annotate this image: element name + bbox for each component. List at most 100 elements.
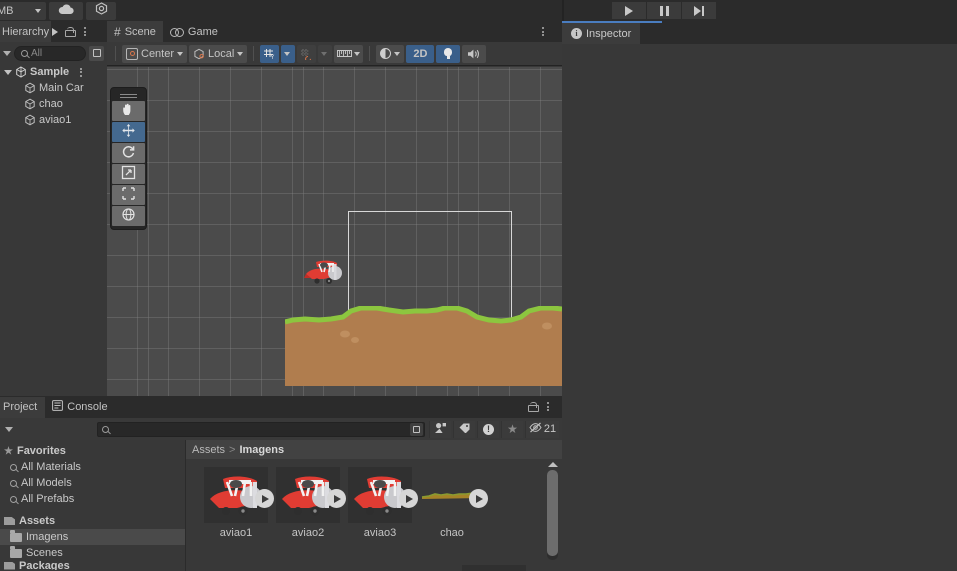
- scroll-up-arrow-icon[interactable]: [547, 462, 558, 467]
- hierarchy-search-input[interactable]: All: [14, 45, 86, 61]
- shading-mode-dropdown[interactable]: [376, 44, 405, 63]
- tab-game[interactable]: Game: [163, 21, 225, 42]
- asset-item-chao[interactable]: chao: [420, 467, 488, 571]
- scene-toolbar: Center Local Y 2D: [107, 42, 562, 66]
- plane-object-aviao1[interactable]: [304, 257, 346, 288]
- play-icon: [334, 494, 341, 503]
- asset-thumbnail[interactable]: [276, 467, 346, 523]
- lock-icon[interactable]: [65, 26, 77, 37]
- account-label: MB: [0, 4, 14, 17]
- tree-section-assets[interactable]: Assets: [0, 513, 185, 529]
- tree-item-all-models[interactable]: All Models: [0, 475, 185, 491]
- tree-section-packages[interactable]: Packages: [0, 561, 185, 570]
- project-menu-icon[interactable]: [543, 402, 553, 411]
- favorites-star-icon: ★: [4, 445, 13, 457]
- tab-console[interactable]: Console: [45, 397, 114, 418]
- snap-dropdown[interactable]: [318, 44, 333, 63]
- grid-dropdown[interactable]: [281, 44, 296, 63]
- toggle-2d-mode[interactable]: 2D: [406, 44, 435, 63]
- services-button[interactable]: [86, 1, 116, 20]
- rect-tool-button[interactable]: [112, 185, 145, 205]
- cube-icon: [24, 98, 36, 110]
- pivot-mode-dropdown[interactable]: Center: [122, 44, 188, 63]
- grid-visibility-toggle[interactable]: Y: [260, 44, 280, 63]
- packages-folder-icon: [4, 561, 15, 570]
- hierarchy-scene-row[interactable]: Sample: [0, 64, 107, 80]
- sprite-expand-button[interactable]: [327, 489, 346, 508]
- snap-increment-toggle[interactable]: [297, 44, 317, 63]
- tree-section-favorites[interactable]: ★ Favorites: [0, 443, 185, 459]
- filter-favorite-button[interactable]: ★: [501, 420, 523, 438]
- hierarchy-search-placeholder: All: [31, 47, 43, 59]
- scene-panel-menu-icon[interactable]: [538, 27, 548, 36]
- pause-button[interactable]: [647, 2, 681, 19]
- asset-item-aviao3[interactable]: aviao3: [348, 467, 418, 571]
- hierarchy-item-label: chao: [39, 98, 63, 110]
- grid-size-slider-toggle[interactable]: [334, 44, 364, 63]
- rotate-tool-button[interactable]: [112, 143, 145, 163]
- hierarchy-item-chao[interactable]: chao: [0, 96, 107, 112]
- toggle-scene-lighting[interactable]: [436, 44, 461, 63]
- asset-thumbnail[interactable]: [420, 467, 488, 523]
- sprite-expand-button[interactable]: [255, 489, 274, 508]
- scene-row-menu-icon[interactable]: [76, 67, 86, 77]
- breadcrumb-separator: >: [229, 443, 236, 456]
- tab-hierarchy[interactable]: Hierarchy: [0, 21, 52, 42]
- hierarchy-search-expand-icon[interactable]: [89, 45, 104, 61]
- filter-search-in-scene-button[interactable]: [429, 420, 451, 438]
- mode-2d-label: 2D: [413, 47, 428, 60]
- breadcrumb-root[interactable]: Assets: [192, 444, 225, 456]
- foldout-icon[interactable]: [4, 69, 12, 75]
- sprite-expand-button[interactable]: [399, 489, 418, 508]
- tree-item-all-materials[interactable]: All Materials: [0, 459, 185, 475]
- hierarchy-menu-icon[interactable]: [80, 27, 90, 36]
- filter-warning-button[interactable]: !: [477, 420, 499, 438]
- overlay-drag-handle[interactable]: [110, 88, 147, 101]
- tree-item-all-prefabs[interactable]: All Prefabs: [0, 491, 185, 507]
- asset-thumbnail-partial-next-row[interactable]: [462, 565, 526, 571]
- play-button[interactable]: [612, 2, 646, 19]
- step-icon: [694, 5, 704, 16]
- tree-folder-scenes[interactable]: Scenes: [0, 545, 185, 561]
- scrollbar-thumb[interactable]: [547, 470, 558, 556]
- breadcrumb-current[interactable]: Imagens: [239, 444, 284, 456]
- terrain-object-chao[interactable]: [284, 305, 562, 386]
- scrollbar-track[interactable]: [547, 470, 558, 560]
- services-hex-icon: [95, 2, 108, 19]
- shading-mode-icon: [380, 48, 392, 59]
- hidden-items-button[interactable]: 21: [525, 420, 559, 438]
- tree-item-label: All Materials: [21, 461, 81, 473]
- hierarchy-create-dropdown-icon[interactable]: [3, 50, 11, 56]
- search-in-scene-icon: [434, 422, 447, 437]
- asset-item-aviao1[interactable]: aviao1: [204, 467, 274, 571]
- handle-rotation-dropdown[interactable]: Local: [189, 44, 248, 63]
- filter-by-label-button[interactable]: [453, 420, 475, 438]
- tab-console-label: Console: [67, 401, 108, 413]
- project-lock-icon[interactable]: [528, 402, 539, 412]
- transform-tool-button[interactable]: [112, 206, 145, 226]
- account-dropdown[interactable]: MB: [0, 1, 46, 20]
- sprite-expand-button[interactable]: [469, 489, 488, 508]
- asset-thumbnail[interactable]: [204, 467, 274, 523]
- tab-scene[interactable]: # Scene: [107, 21, 163, 42]
- unity-scene-icon: [15, 66, 27, 78]
- asset-item-aviao2[interactable]: aviao2: [276, 467, 346, 571]
- tab-inspector[interactable]: i Inspector: [562, 23, 641, 44]
- asset-grid-scrollbar[interactable]: [547, 462, 558, 567]
- move-tool-button[interactable]: [112, 122, 145, 142]
- toggle-scene-audio[interactable]: [462, 44, 487, 63]
- scene-viewport[interactable]: [107, 67, 562, 396]
- tab-project[interactable]: Project: [0, 396, 46, 418]
- hierarchy-item-main-camera[interactable]: Main Car: [0, 80, 107, 96]
- tab-overflow-arrow-icon[interactable]: [52, 27, 59, 36]
- hierarchy-item-aviao1[interactable]: aviao1: [0, 112, 107, 128]
- project-create-dropdown-icon[interactable]: [5, 426, 13, 432]
- hand-tool-button[interactable]: [112, 101, 145, 121]
- project-search-input[interactable]: [97, 421, 425, 437]
- cloud-button[interactable]: [49, 1, 83, 20]
- asset-thumbnail[interactable]: [348, 467, 418, 523]
- step-button[interactable]: [682, 2, 716, 19]
- tree-folder-imagens[interactable]: Imagens: [0, 529, 185, 545]
- scale-tool-button[interactable]: [112, 164, 145, 184]
- project-search-expand-icon[interactable]: [410, 422, 423, 436]
